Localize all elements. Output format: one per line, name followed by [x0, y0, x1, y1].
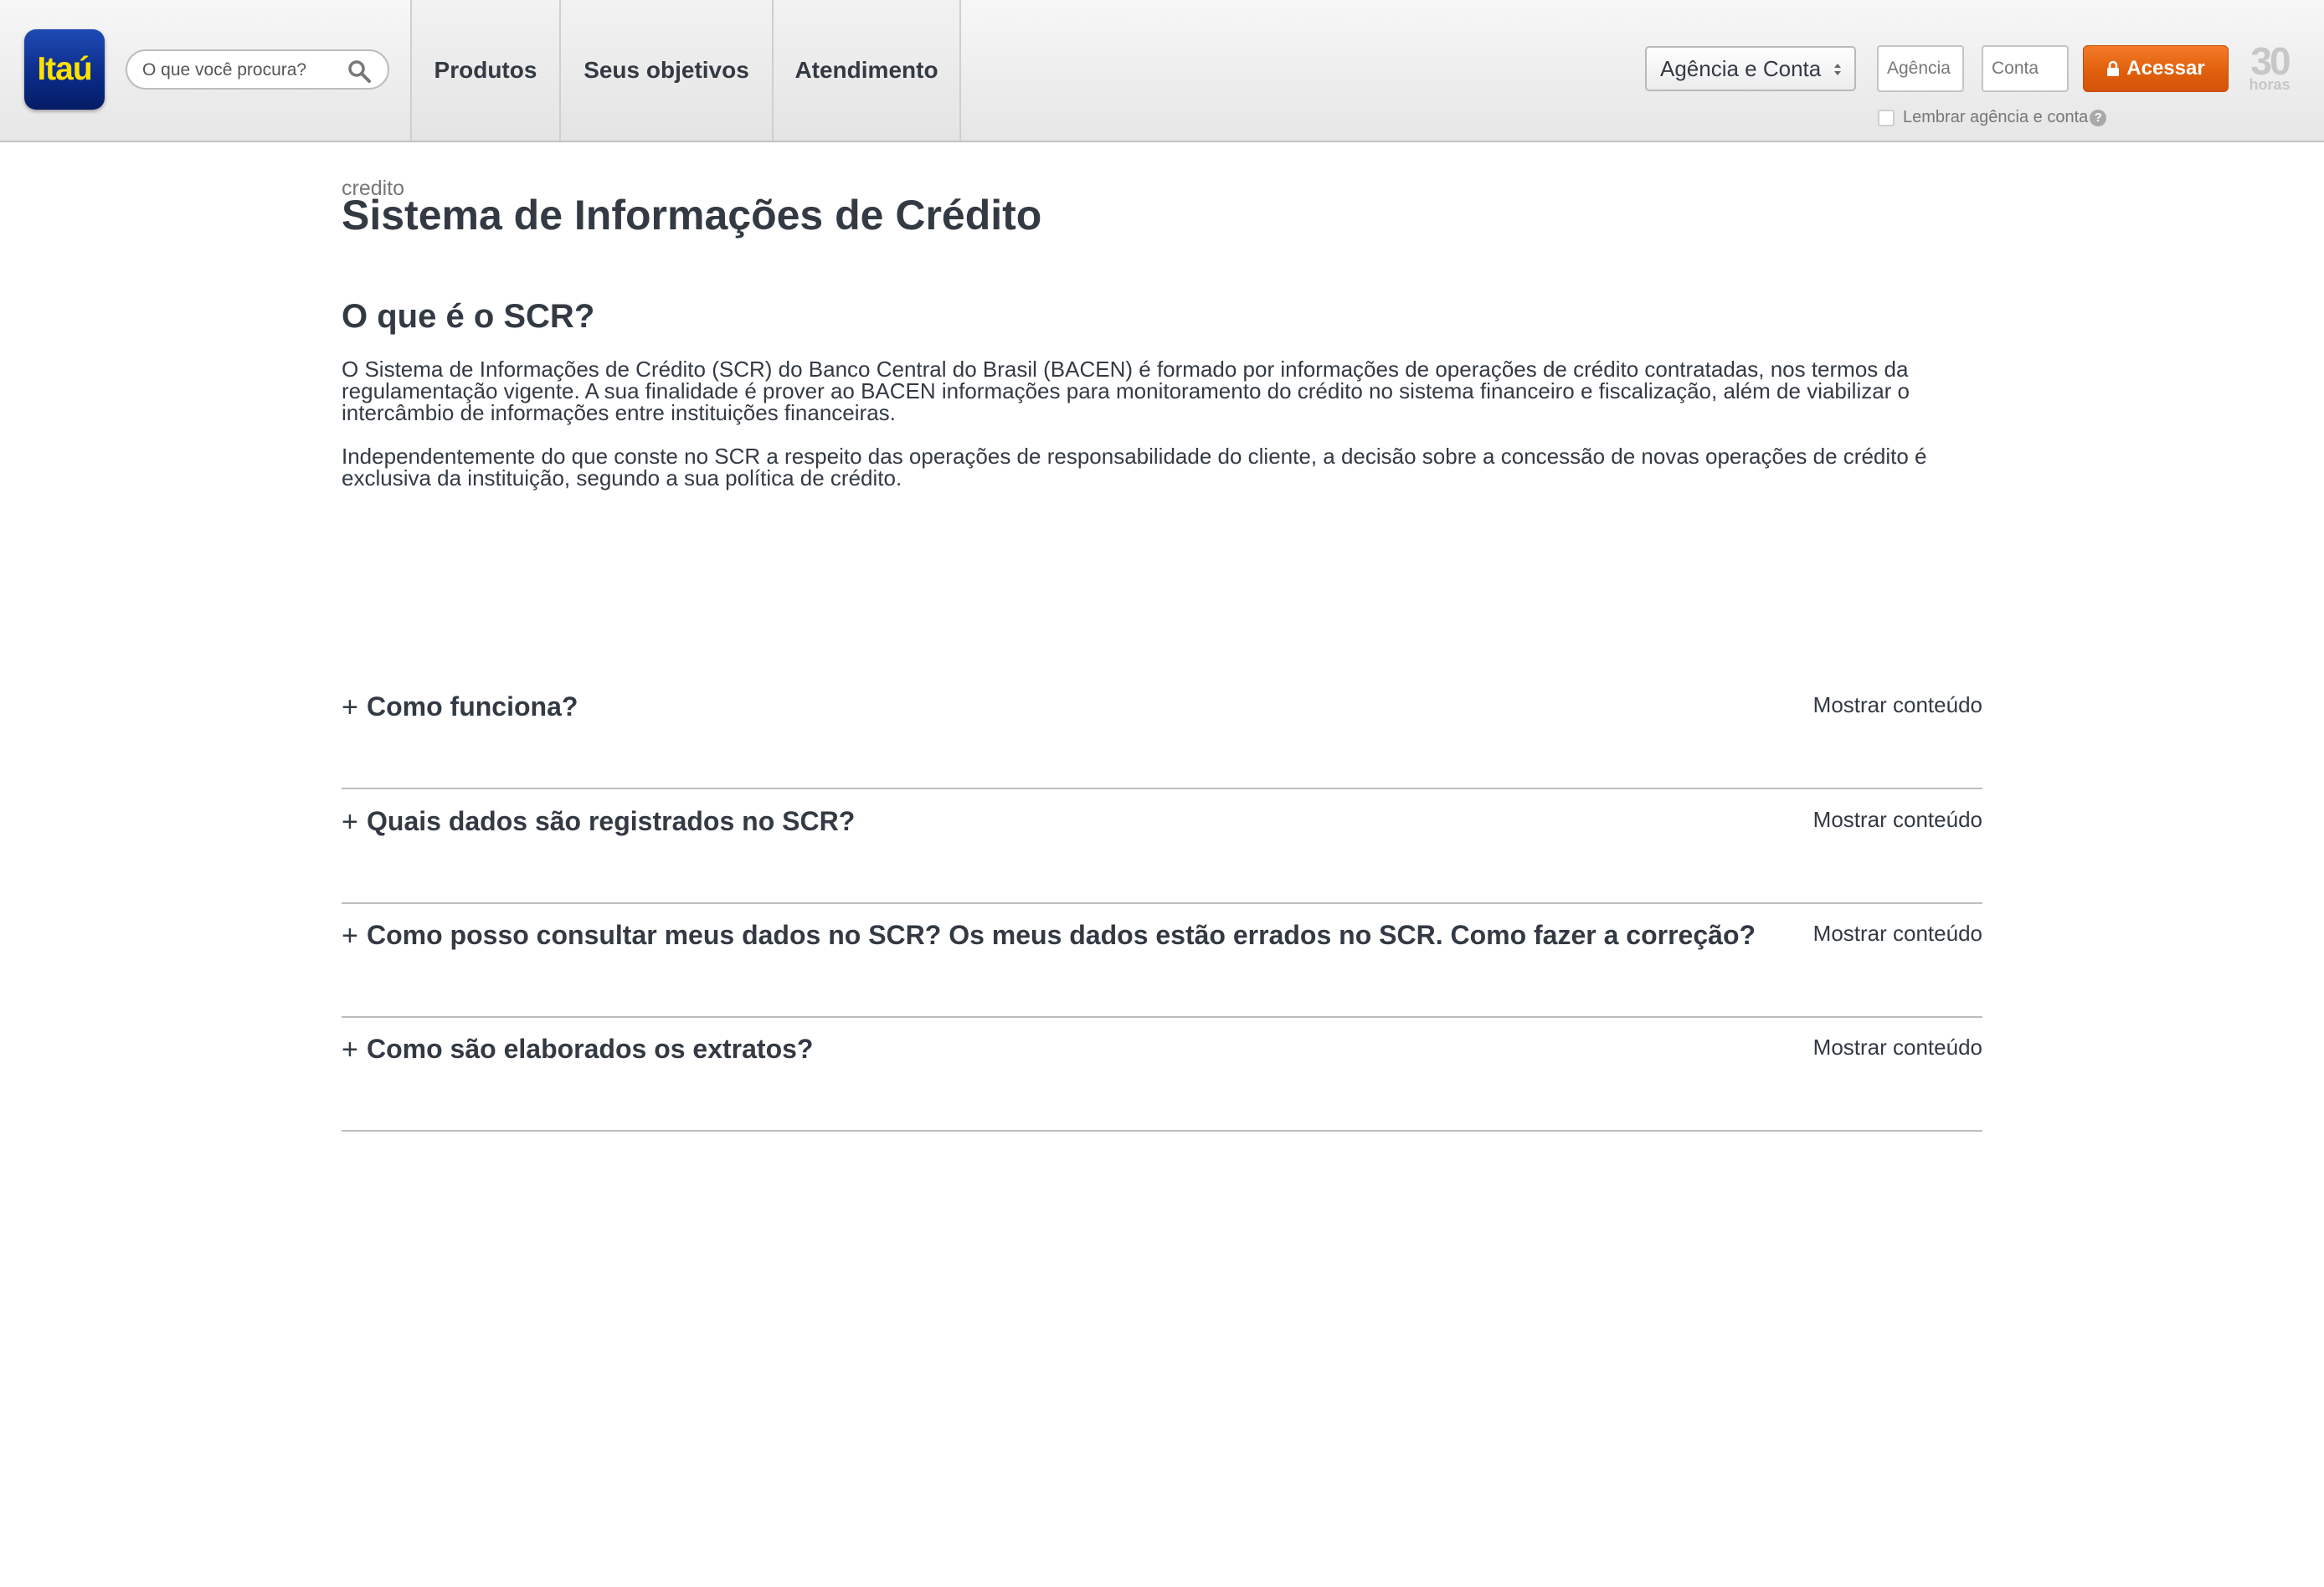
show-content-toggle[interactable]: Mostrar conteúdo [1813, 807, 1982, 833]
conta-field [1982, 45, 2069, 92]
policy-paragraph: Independentemente do que conste no SCR a… [342, 444, 1927, 490]
remember-checkbox[interactable] [1878, 109, 1895, 126]
acessar-label: Acessar [2126, 57, 2205, 80]
accordion-question[interactable]: Como posso consultar meus dados no SCR? … [367, 920, 1756, 951]
remember-label: Lembrar agência e conta [1903, 108, 2089, 126]
help-icon[interactable]: ? [2090, 109, 2107, 126]
login-type-select[interactable]: Agência e Conta [1645, 46, 1856, 91]
search-icon[interactable] [347, 59, 372, 84]
login-type-label: Agência e Conta [1660, 55, 1822, 81]
logo-text: Itaú [37, 51, 92, 87]
show-content-toggle[interactable]: Mostrar conteúdo [1813, 692, 1982, 718]
agencia-input[interactable] [1879, 47, 1962, 90]
nav-atendimento[interactable]: Atendimento [772, 0, 961, 141]
accordion-question[interactable]: Quais dados são registrados no SCR? [367, 806, 855, 837]
accordion-question[interactable]: Como funciona? [367, 691, 578, 722]
site-header: Itaú Produtos Seus objetivos Atendimento… [0, 0, 2324, 142]
accordion-item[interactable]: + Quais dados são registrados no SCR? Mo… [342, 789, 1982, 904]
remember-login: Lembrar agência e conta ? [1878, 108, 2107, 127]
30-horas-text: horas [2249, 76, 2291, 93]
30-horas-logo[interactable]: 30 horas [2244, 42, 2296, 94]
main-content: credito Sistema de Informações de Crédit… [342, 172, 1982, 1132]
main-nav: Produtos Seus objetivos Atendimento [410, 0, 961, 142]
show-content-toggle[interactable]: Mostrar conteúdo [1813, 1035, 1982, 1061]
show-content-toggle[interactable]: Mostrar conteúdo [1813, 921, 1982, 947]
section-title: O que é o SCR? [342, 298, 595, 335]
expand-icon[interactable]: + [342, 1034, 358, 1066]
accordion-item[interactable]: + Como posso consultar meus dados no SCR… [342, 903, 1982, 1018]
select-arrows-icon [1834, 64, 1841, 75]
search-input[interactable] [141, 58, 337, 83]
nav-seus-objetivos[interactable]: Seus objetivos [559, 0, 772, 141]
conta-input[interactable] [1983, 47, 2067, 90]
page-title: Sistema de Informações de Crédito [342, 192, 1042, 239]
accordion-item[interactable]: + Como são elaborados os extratos? Mostr… [342, 1017, 1982, 1132]
accordion-question[interactable]: Como são elaborados os extratos? [367, 1034, 813, 1065]
itau-logo[interactable]: Itaú [24, 29, 105, 110]
expand-icon[interactable]: + [342, 806, 358, 839]
expand-icon[interactable]: + [342, 691, 358, 724]
search-box[interactable] [126, 49, 389, 90]
expand-icon[interactable]: + [342, 920, 358, 953]
agencia-field [1877, 45, 1964, 92]
intro-paragraph: O Sistema de Informações de Crédito (SCR… [342, 357, 1910, 425]
lock-icon [2107, 60, 2120, 76]
30-horas-number: 30 [2250, 39, 2291, 83]
acessar-button[interactable]: Acessar [2083, 45, 2229, 92]
accordion-item[interactable]: + Como funciona? Mostrar conteúdo [342, 675, 1982, 789]
nav-produtos[interactable]: Produtos [410, 0, 559, 141]
